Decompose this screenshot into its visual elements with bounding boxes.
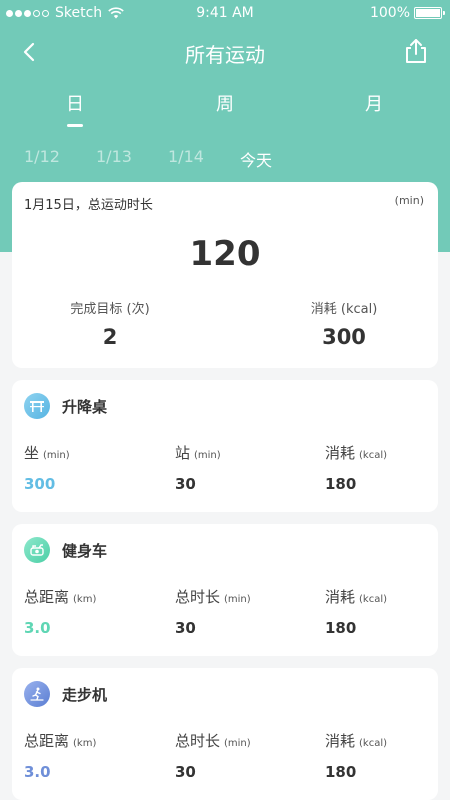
metric-unit: (kcal) [359, 594, 388, 605]
metric-value: 3.0 [24, 763, 51, 781]
metric-label: 总时长 [175, 588, 221, 606]
metric-label: 总时长 [175, 732, 221, 750]
metric-value: 300 [24, 475, 56, 493]
metric-unit: (min) [224, 594, 251, 605]
metric-sit: 坐 (min) 300 [24, 442, 70, 493]
device-name: 健身车 [62, 542, 108, 560]
nav-bar: 所有运动 [0, 30, 450, 74]
metric-unit: (kcal) [359, 738, 388, 749]
metric-label: 总距离 [24, 732, 70, 750]
goal-value: 2 [102, 325, 118, 349]
status-right: 100% [369, 5, 445, 21]
exercise-bike-icon [24, 537, 50, 563]
metric-value: 30 [175, 619, 196, 637]
metric-stand: 站 (min) 30 [175, 442, 221, 493]
metric-calories: 消耗 (kcal) 180 [325, 442, 387, 493]
metric-unit: (kcal) [359, 450, 388, 461]
device-card-standing-desk[interactable]: 升降桌 坐 (min) 300 站 (min) 30 消耗 (kcal) 180 [12, 380, 438, 512]
total-duration: 120 [189, 234, 261, 274]
device-card-treadmill[interactable]: 走步机 总距离 (km) 3.0 总时长 (min) 30 消耗 (kcal) 180 [12, 668, 438, 800]
page-title: 所有运动 [185, 43, 265, 67]
metric-value: 180 [325, 475, 357, 493]
metric-value: 30 [175, 475, 196, 493]
metric-label: 坐 [24, 444, 40, 462]
date-item[interactable]: 1/14 [168, 147, 204, 166]
metric-label: 消耗 [325, 732, 356, 750]
metric-value: 180 [325, 763, 357, 781]
summary-card: 1月15日，总运动时长 (min) 120 完成目标 (次) 2 消耗 (kca… [12, 182, 438, 368]
device-name: 走步机 [62, 686, 108, 704]
battery-icon [414, 7, 445, 19]
metric-unit: (min) [224, 738, 251, 749]
date-item[interactable]: 1/12 [24, 147, 60, 166]
metric-unit: (km) [73, 594, 97, 605]
summary-label: 1月15日，总运动时长 [24, 198, 153, 213]
calories-value: 300 [322, 325, 366, 349]
tab-week[interactable]: 周 [195, 90, 255, 116]
tab-month[interactable]: 月 [344, 90, 404, 116]
device-name: 升降桌 [62, 398, 108, 416]
metric-value: 30 [175, 763, 196, 781]
summary-unit: (min) [394, 194, 424, 207]
metric-label: 消耗 [325, 588, 356, 606]
metric-unit: (min) [194, 450, 221, 461]
metric-value: 3.0 [24, 619, 51, 637]
battery-percent: 100% [369, 5, 410, 21]
metric-calories: 消耗 (kcal) 180 [325, 730, 387, 781]
treadmill-icon [24, 681, 50, 707]
period-tabs: 日 周 月 [0, 90, 450, 132]
goal-stat: 完成目标 (次) 2 [30, 298, 190, 349]
goal-label: 完成目标 (次) [70, 302, 150, 317]
date-item-today[interactable]: 今天 [240, 147, 272, 171]
metric-label: 站 [175, 444, 191, 462]
calories-stat: 消耗 (kcal) 300 [264, 298, 424, 349]
status-bar: Sketch 9:41 AM 100% [0, 0, 450, 28]
calories-label: 消耗 (kcal) [310, 302, 378, 317]
metric-unit: (km) [73, 738, 97, 749]
metric-distance: 总距离 (km) 3.0 [24, 586, 96, 637]
metric-label: 消耗 [325, 444, 356, 462]
tab-day[interactable]: 日 [45, 90, 105, 127]
standing-desk-icon [24, 393, 50, 419]
device-card-exercise-bike[interactable]: 健身车 总距离 (km) 3.0 总时长 (min) 30 消耗 (kcal) 180 [12, 524, 438, 656]
metric-calories: 消耗 (kcal) 180 [325, 586, 387, 637]
date-item[interactable]: 1/13 [96, 147, 132, 166]
metric-duration: 总时长 (min) 30 [175, 730, 251, 781]
share-icon[interactable] [402, 37, 430, 65]
metric-unit: (min) [43, 450, 70, 461]
metric-duration: 总时长 (min) 30 [175, 586, 251, 637]
metric-label: 总距离 [24, 588, 70, 606]
metric-value: 180 [325, 619, 357, 637]
metric-distance: 总距离 (km) 3.0 [24, 730, 96, 781]
date-selector: 1/12 1/13 1/14 今天 [0, 147, 450, 171]
